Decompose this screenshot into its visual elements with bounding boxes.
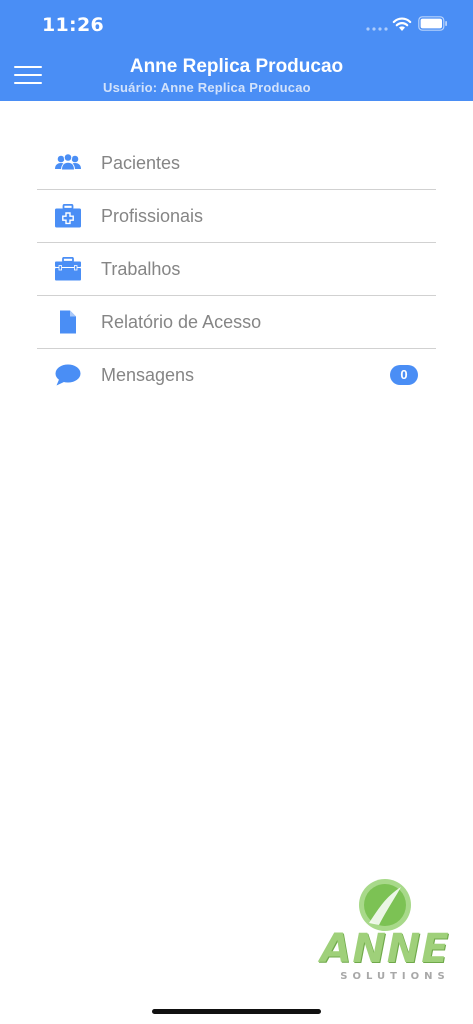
menu-item-relatorio-de-acesso[interactable]: Relatório de Acesso (37, 296, 436, 349)
menu-item-trabalhos[interactable]: Trabalhos (37, 243, 436, 296)
logo-wordmark: ANNE (320, 926, 450, 972)
cellular-signal-icon (366, 27, 388, 31)
menu-item-pacientes[interactable]: Pacientes (37, 137, 436, 190)
menu-item-label: Profissionais (101, 206, 204, 226)
logo-subtitle: SOLUTIONS (340, 971, 450, 982)
status-bar: 11:26 (0, 0, 473, 50)
menu-item-label: Mensagens (101, 365, 195, 385)
app-header: 11:26 Anne Replica Producao Usuário: Ann… (0, 0, 473, 101)
unread-count-badge: 0 (390, 365, 418, 385)
toolbox-icon (54, 257, 82, 281)
menu-item-label: Pacientes (101, 153, 181, 173)
user-subtitle: Usuário: Anne Replica Producao (103, 80, 311, 95)
menu-item-mensagens[interactable]: Mensagens 0 (37, 349, 436, 401)
home-indicator[interactable] (152, 1009, 321, 1014)
chat-bubble-icon (54, 363, 82, 387)
document-icon (54, 310, 82, 334)
menu-item-label: Trabalhos (101, 259, 181, 279)
page-title: Anne Replica Producao (129, 56, 344, 77)
status-time: 11:26 (42, 14, 104, 36)
wifi-icon (392, 17, 412, 31)
users-icon (54, 151, 82, 175)
anne-solutions-logo: ANNE SOLUTIONS (305, 873, 465, 993)
menu-item-profissionais[interactable]: Profissionais (37, 190, 436, 243)
battery-icon (418, 16, 447, 31)
medical-kit-icon (54, 204, 82, 228)
main-menu: Pacientes Profissionais Trabalhos Relató… (37, 137, 436, 401)
menu-item-label: Relatório de Acesso (101, 312, 262, 332)
